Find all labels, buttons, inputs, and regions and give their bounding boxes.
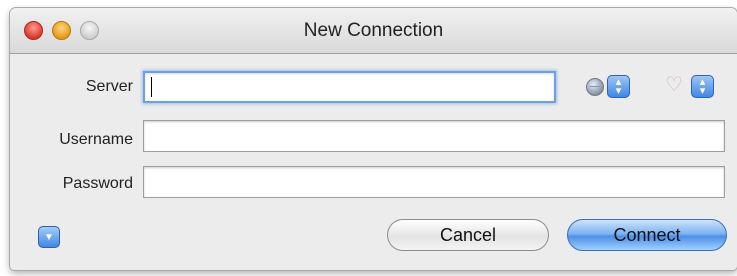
cancel-button[interactable]: Cancel (387, 219, 549, 251)
new-connection-window: New Connection Server ▴ ▾ ♡ ▴ ▾ Username… (10, 8, 737, 270)
down-arrow-icon: ▾ (615, 84, 622, 97)
username-input[interactable] (143, 120, 725, 152)
protocol-popup-button[interactable]: ▴ ▾ (607, 75, 630, 98)
window-title: New Connection (303, 20, 444, 41)
chevron-down-icon: ▼ (44, 231, 54, 243)
connect-button[interactable]: Connect (567, 219, 727, 251)
down-arrow-icon: ▾ (699, 84, 706, 97)
server-label: Server (85, 78, 133, 95)
server-input[interactable] (143, 71, 556, 103)
password-input[interactable] (143, 166, 725, 198)
globe-icon (586, 78, 604, 96)
options-disclosure-button[interactable]: ▼ (38, 226, 60, 248)
text-caret (151, 77, 152, 97)
bookmark-popup-button[interactable]: ▴ ▾ (691, 75, 714, 98)
password-label: Password (62, 175, 133, 192)
heart-icon: ♡ (665, 74, 683, 96)
title-bar[interactable]: New Connection (10, 8, 737, 54)
username-label: Username (59, 131, 133, 148)
